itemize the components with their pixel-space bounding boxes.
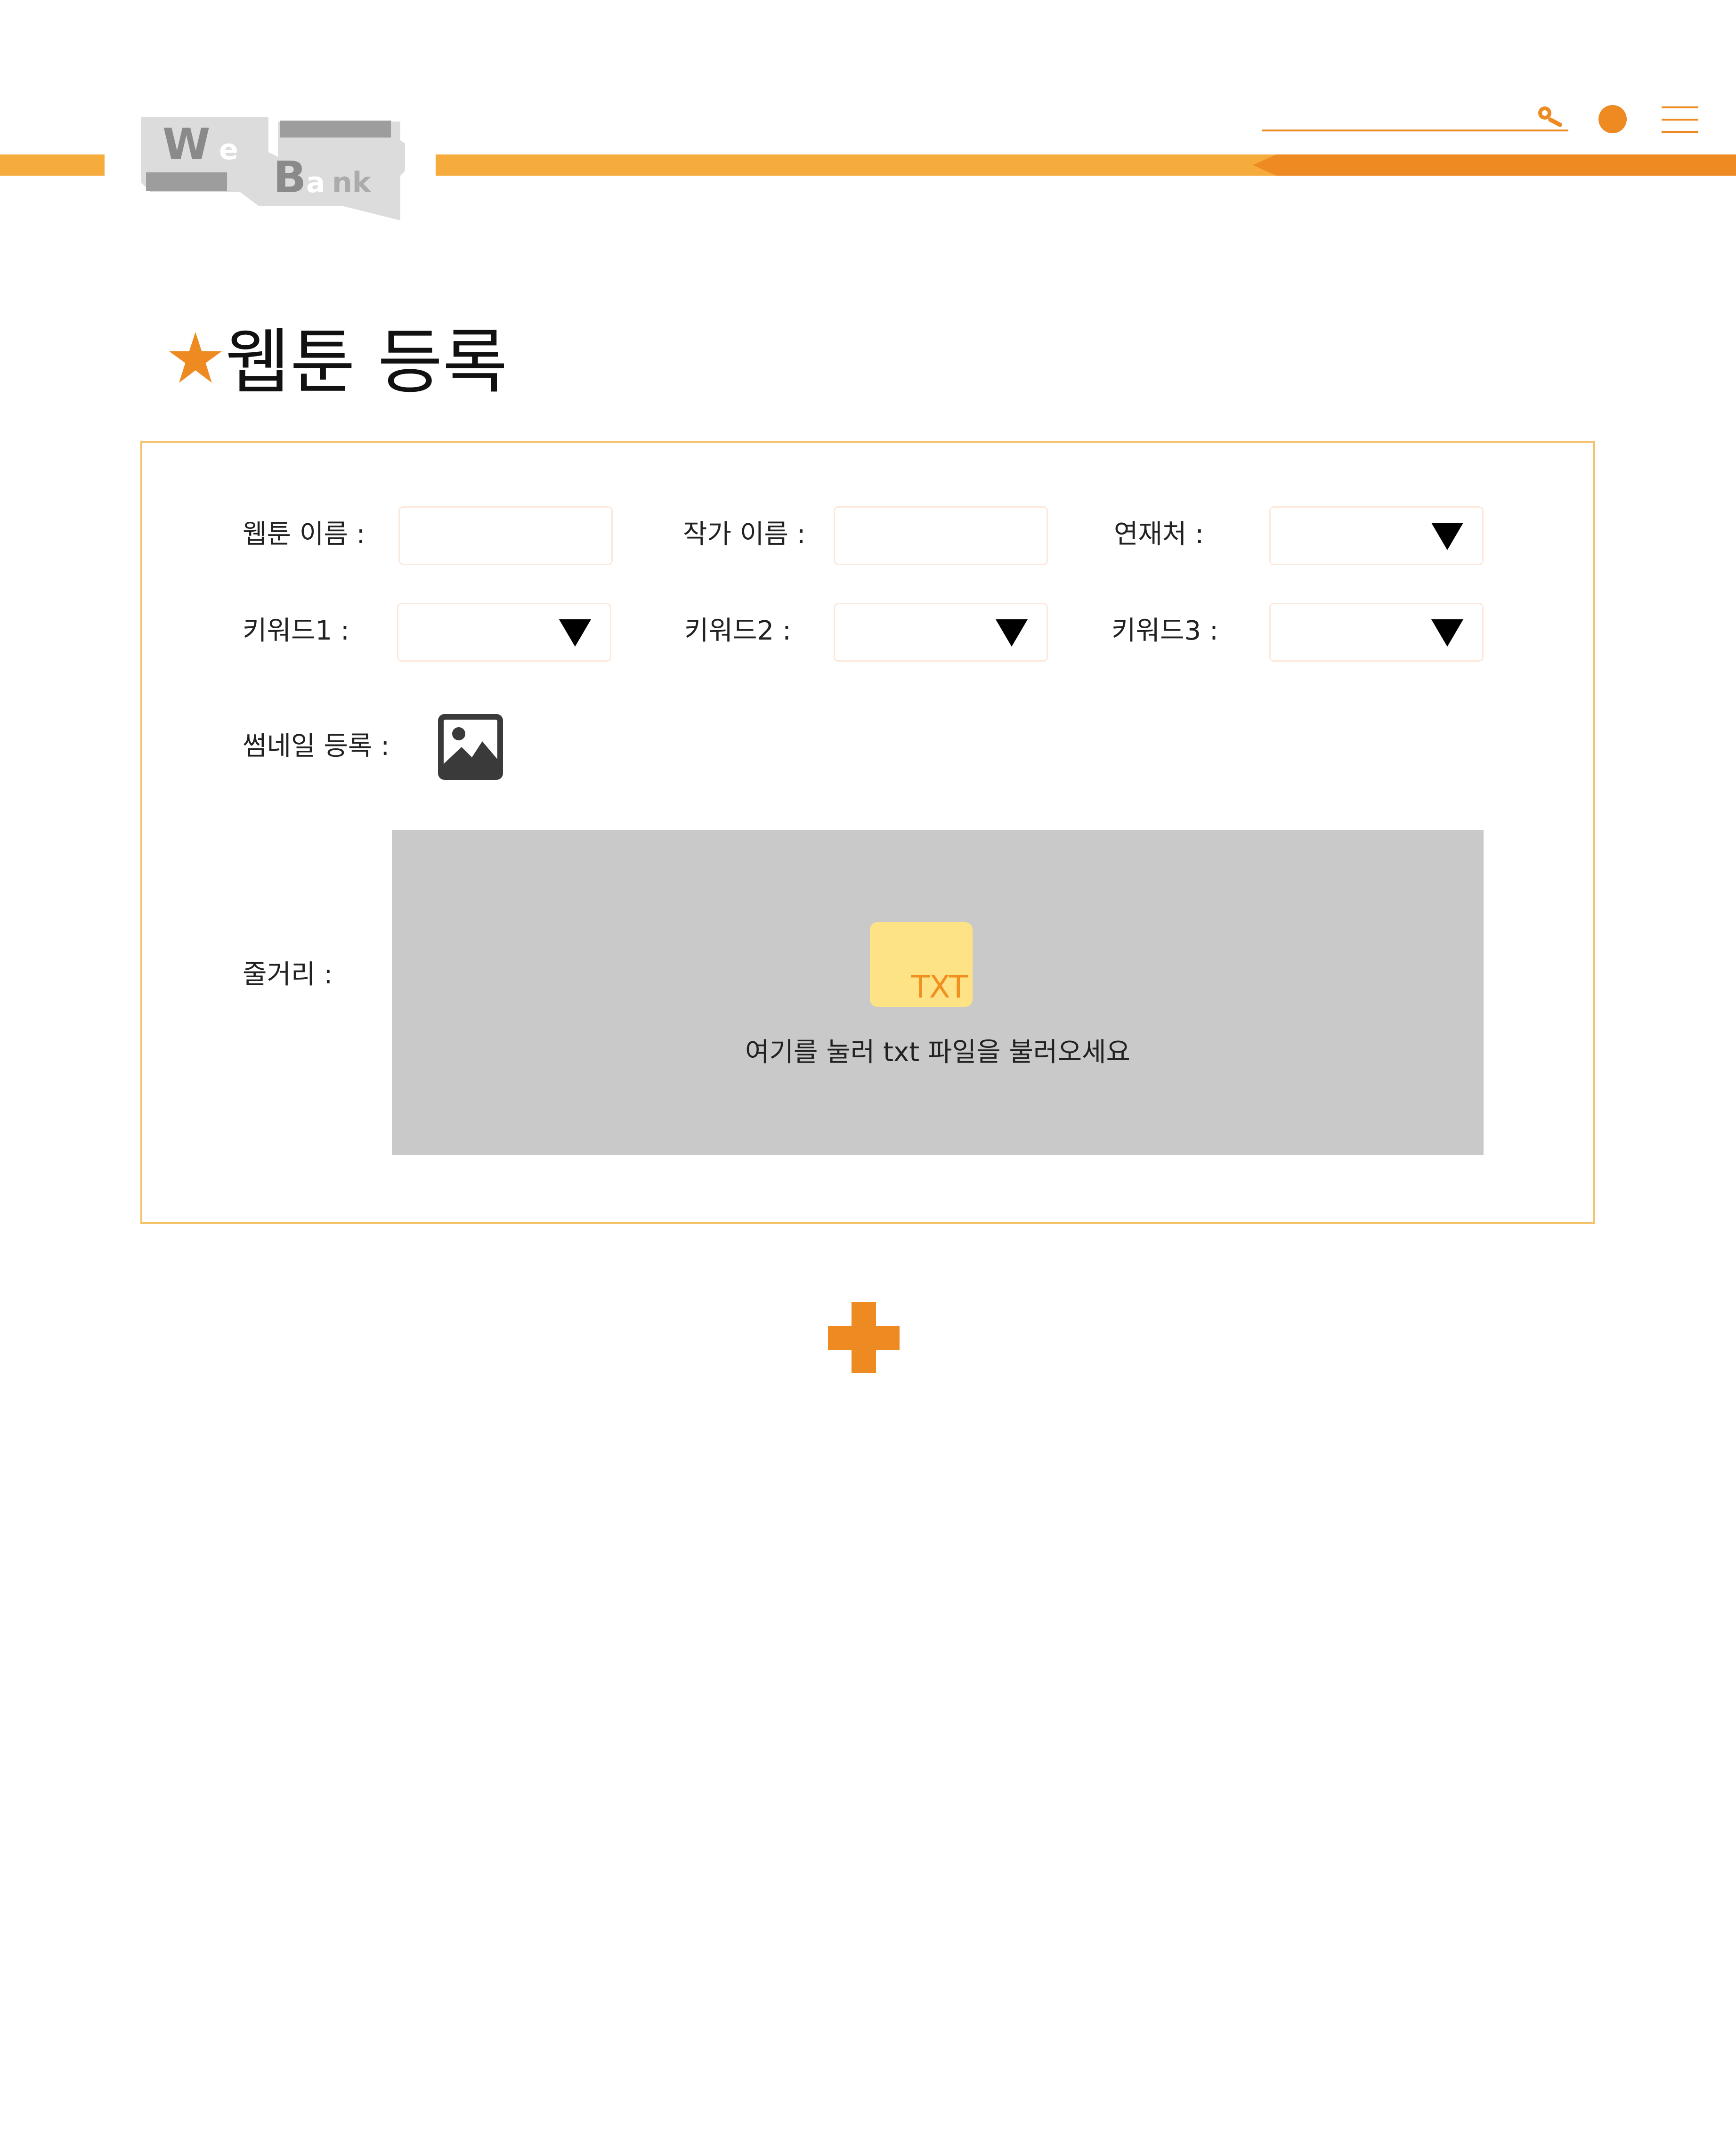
synopsis-label: 줄거리 : [243, 959, 333, 990]
search-input-underline[interactable] [1262, 130, 1568, 131]
svg-text:nk: nk [332, 166, 372, 199]
hamburger-menu-icon[interactable] [1662, 106, 1698, 133]
synopsis-upload-area[interactable]: TXT 여기를 눌러 txt 파일을 불러오세요 [392, 830, 1484, 1155]
author-name-label: 작가 이름 : [683, 519, 806, 550]
keyword2-select[interactable] [834, 603, 1048, 662]
keyword3-select[interactable] [1269, 603, 1484, 662]
webtoon-name-input[interactable] [398, 506, 613, 565]
webtoon-name-label: 웹툰 이름 : [243, 519, 365, 550]
chevron-down-icon [1431, 523, 1463, 550]
profile-dot-icon[interactable] [1598, 105, 1627, 133]
keyword2-label: 키워드2 : [684, 616, 791, 646]
chevron-down-icon [559, 619, 591, 647]
thumbnail-label: 썸네일 등록 : [243, 731, 390, 762]
platform-label: 연재처 : [1114, 519, 1204, 550]
webank-logo[interactable]: W e B a nk [137, 112, 405, 220]
author-name-input[interactable] [834, 506, 1048, 565]
upload-hint: 여기를 눌러 txt 파일을 불러오세요 [745, 1037, 1131, 1068]
svg-text:W: W [162, 119, 210, 170]
platform-select[interactable] [1269, 506, 1484, 565]
txt-badge-label: TXT [911, 969, 968, 1005]
header-bar-accent [1253, 154, 1736, 176]
page-title: 웹툰 등록 [225, 322, 508, 404]
keyword1-select[interactable] [397, 603, 611, 662]
svg-text:B: B [273, 152, 306, 203]
svg-text:e: e [219, 133, 238, 166]
add-button[interactable] [828, 1302, 900, 1373]
keyword3-label: 키워드3 : [1111, 616, 1218, 646]
svg-text:a: a [306, 166, 325, 199]
txt-file-icon: TXT [870, 922, 973, 1007]
chevron-down-icon [996, 619, 1028, 647]
keyword1-label: 키워드1 : [243, 616, 349, 646]
chevron-down-icon [1431, 619, 1463, 647]
header-bar-left [0, 154, 105, 176]
search-icon[interactable] [1536, 105, 1566, 128]
plus-icon-vertical [852, 1302, 876, 1373]
image-icon[interactable] [438, 714, 503, 780]
star-icon [169, 332, 222, 383]
